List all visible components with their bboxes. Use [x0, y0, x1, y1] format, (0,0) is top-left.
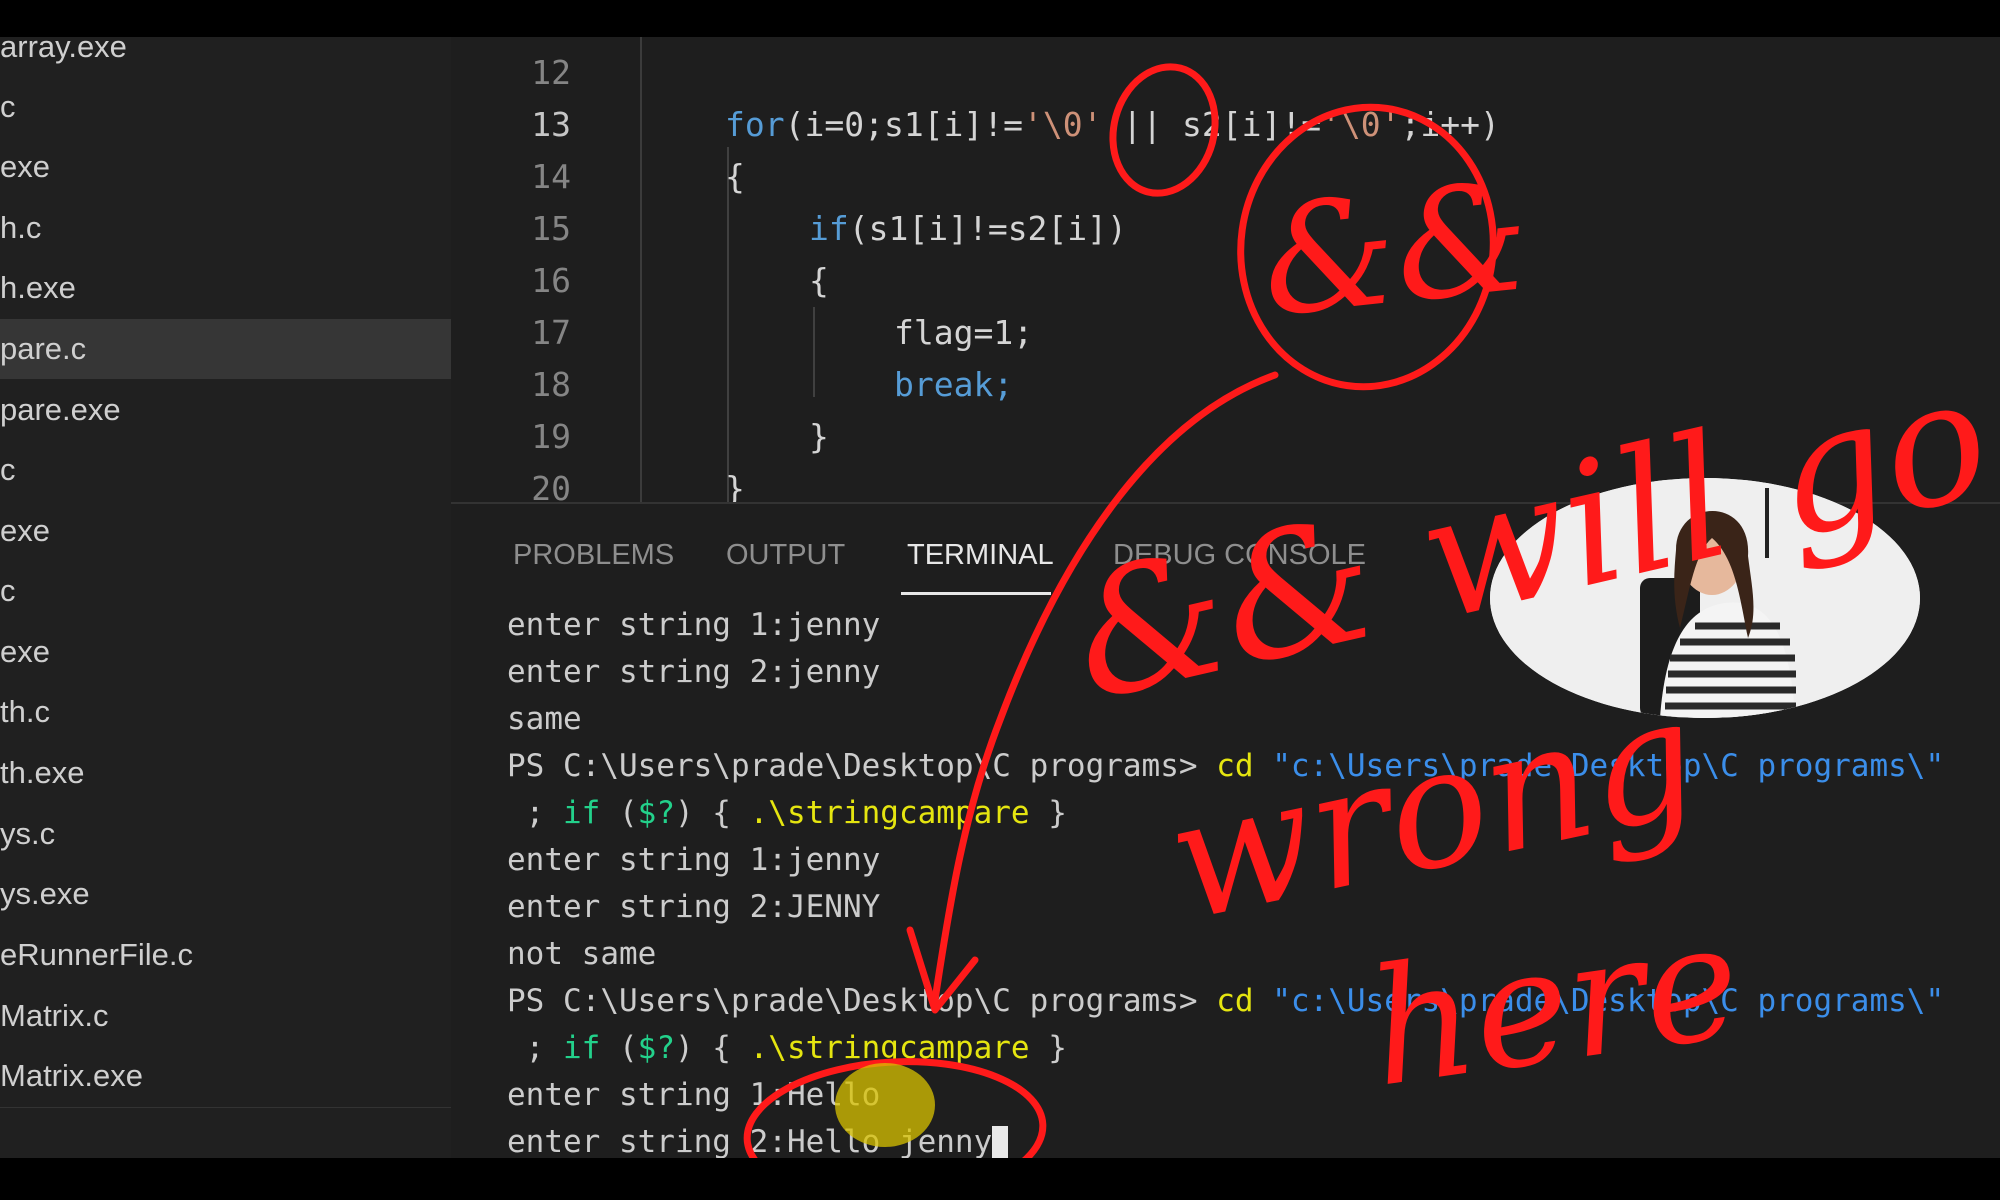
- status-var: $?: [637, 1030, 675, 1066]
- tab-terminal[interactable]: TERMINAL: [907, 530, 1054, 580]
- code-line-16: {: [809, 261, 829, 300]
- file-item[interactable]: eRunnerFile.c: [0, 925, 451, 985]
- line-number: 15: [531, 209, 571, 248]
- webcam-presenter-overlay: [1490, 478, 1920, 718]
- ps-prompt: PS C:\Users\prade\Desktop\C programs>: [507, 748, 1217, 784]
- code-line-20: }: [725, 469, 745, 502]
- file-item[interactable]: array.exe: [0, 37, 451, 77]
- terminal-text: (: [600, 1030, 638, 1066]
- file-item[interactable]: h.c: [0, 198, 451, 258]
- keyword-if: if: [563, 1030, 601, 1066]
- command-cd: cd: [1216, 748, 1254, 784]
- terminal-text: ;: [507, 1030, 563, 1066]
- code-line-15: if(s1[i]!=s2[i]): [809, 203, 1127, 255]
- line-number: 12: [531, 53, 571, 92]
- file-item[interactable]: th.exe: [0, 743, 451, 803]
- file-item[interactable]: exe: [0, 622, 451, 682]
- code-line-13: for(i=0;s1[i]!='\0' || s2[i]!='\0';i++): [725, 99, 1500, 151]
- code-line-19: }: [809, 417, 829, 456]
- terminal-line: enter string 1:Hello: [507, 1077, 881, 1113]
- line-number: 19: [531, 417, 571, 456]
- terminal-line: same: [507, 701, 582, 737]
- status-var: $?: [637, 795, 675, 831]
- terminal-prompt-line: PS C:\Users\prade\Desktop\C programs> cd…: [507, 978, 1944, 1025]
- terminal-line: enter string 2:jenny: [507, 654, 881, 690]
- tab-output[interactable]: OUTPUT: [726, 530, 845, 580]
- terminal-text: (: [600, 795, 638, 831]
- line-number: 14: [531, 157, 571, 196]
- code-text: ;i++): [1400, 105, 1500, 144]
- file-item[interactable]: c: [0, 561, 451, 621]
- file-item[interactable]: ys.c: [0, 804, 451, 864]
- gutter-divider: [640, 37, 642, 502]
- code-line-17: flag=1;: [894, 313, 1034, 352]
- presenter-video-icon: [1490, 478, 1920, 718]
- ps-prompt: PS C:\Users\prade\Desktop\C programs>: [507, 983, 1217, 1019]
- terminal-line: ; if ($?) { .\stringcampare }: [507, 1025, 1067, 1072]
- terminal-cursor: [992, 1125, 1009, 1158]
- code-text: (i=0;s1[i]!=: [784, 105, 1024, 144]
- file-item[interactable]: pare.exe: [0, 380, 451, 440]
- sidebar-divider: [0, 1107, 451, 1108]
- line-number: 16: [531, 261, 571, 300]
- file-item[interactable]: Matrix.exe: [0, 1046, 451, 1106]
- file-explorer-sidebar: array.exe c exe h.c h.exe pare.c pare.ex…: [0, 37, 451, 1158]
- code-text: || s2[i]!=: [1102, 105, 1322, 144]
- exe-name: .\stringcampare: [749, 795, 1030, 831]
- terminal-text: enter string 2:Hello jenny: [507, 1124, 993, 1158]
- terminal-text: ) {: [674, 1030, 750, 1066]
- terminal-text: ;: [507, 795, 563, 831]
- file-item[interactable]: ys.exe: [0, 864, 451, 924]
- terminal-line: enter string 2:JENNY: [507, 889, 881, 925]
- command-cd: cd: [1216, 983, 1254, 1019]
- tab-debug-console[interactable]: DEBUG CONSOLE: [1113, 530, 1366, 580]
- video-top-letterbox: [0, 0, 2000, 37]
- terminal-text: }: [1029, 795, 1067, 831]
- code-keyword: for: [725, 105, 785, 144]
- command-path: "c:\Users\prade\Desktop\C programs\": [1272, 748, 1945, 784]
- line-number: 18: [531, 365, 571, 404]
- code-keyword: if: [809, 209, 849, 248]
- command-path: "c:\Users\prade\Desktop\C programs\": [1272, 983, 1945, 1019]
- file-item[interactable]: th.c: [0, 682, 451, 742]
- file-item[interactable]: c: [0, 77, 451, 137]
- terminal-line: not same: [507, 936, 657, 972]
- file-item-active[interactable]: pare.c: [0, 319, 451, 379]
- terminal-line: enter string 1:jenny: [507, 607, 881, 643]
- terminal-text: }: [1029, 1030, 1067, 1066]
- terminal-line: ; if ($?) { .\stringcampare }: [507, 790, 1067, 837]
- line-number: 20: [531, 469, 571, 502]
- tab-problems[interactable]: PROBLEMS: [513, 530, 674, 580]
- code-editor[interactable]: 12 13 14 15 16 17 18 19 20 for(i=0;s1[i]…: [451, 37, 2000, 502]
- file-item[interactable]: exe: [0, 501, 451, 561]
- exe-name: .\stringcampare: [749, 1030, 1030, 1066]
- file-item[interactable]: exe: [0, 137, 451, 197]
- line-number: 17: [531, 313, 571, 352]
- code-string: '\0': [1023, 105, 1103, 144]
- line-number-current: 13: [531, 105, 571, 144]
- file-item[interactable]: h.exe: [0, 258, 451, 318]
- terminal-line: enter string 1:jenny: [507, 842, 881, 878]
- code-line-18: break;: [894, 365, 1014, 404]
- terminal-prompt-line: PS C:\Users\prade\Desktop\C programs> cd…: [507, 743, 1944, 790]
- active-tab-indicator: [901, 592, 1051, 595]
- terminal-text: ) {: [674, 795, 750, 831]
- code-text: (s1[i]!=s2[i]): [848, 209, 1127, 248]
- terminal-input-line[interactable]: enter string 2:Hello jenny: [507, 1119, 1009, 1158]
- video-bottom-letterbox: [0, 1158, 2000, 1200]
- code-line-14: {: [725, 157, 745, 196]
- file-item[interactable]: c: [0, 440, 451, 500]
- code-string: '\0': [1321, 105, 1401, 144]
- indent-guide: [813, 307, 815, 397]
- file-item[interactable]: Matrix.c: [0, 986, 451, 1046]
- keyword-if: if: [563, 795, 601, 831]
